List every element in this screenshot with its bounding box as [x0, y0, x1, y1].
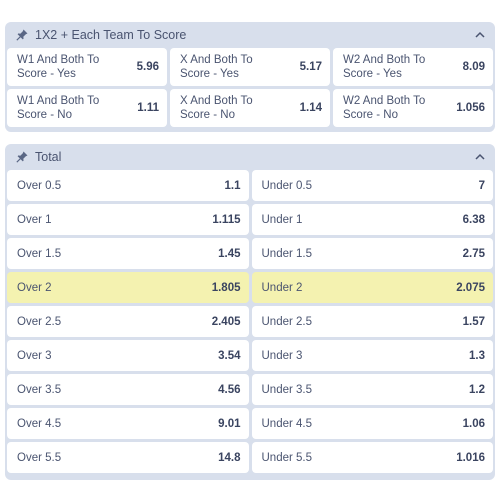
outcome-label: Over 2.5: [17, 315, 62, 328]
odds-value: 2.75: [462, 247, 485, 260]
odds-value: 1.115: [212, 213, 241, 226]
odds-value: 5.96: [136, 61, 159, 73]
outcome-label: Under 1: [261, 213, 303, 226]
outcome-label: W1 And Both To Score - Yes: [17, 54, 100, 80]
odds-value: 6.38: [462, 213, 485, 226]
odds-value: 9.01: [218, 417, 241, 430]
market-header[interactable]: Total: [5, 144, 495, 170]
under-odds-button[interactable]: Under 4.5 1.06: [251, 408, 493, 439]
odds-value: 8.09: [462, 61, 485, 73]
market-total: Total Over 0.5 1.1 Under 0.5 7 Over 1 1.115 Un…: [5, 144, 495, 480]
outcome-label: W2 And Both To Score - No: [343, 95, 426, 121]
outcome-label: Over 4.5: [17, 417, 62, 430]
under-odds-button[interactable]: Under 5.5 1.016: [251, 442, 493, 473]
outcome-label: X And Both To Score - No: [180, 95, 253, 121]
market-header[interactable]: 1X2 + Each Team To Score: [5, 22, 495, 48]
outcome-label: Under 4.5: [261, 417, 313, 430]
over-odds-button[interactable]: Over 1.5 1.45: [7, 238, 249, 269]
odds-value: 2.405: [211, 315, 241, 328]
outcome-label: Under 3.5: [261, 383, 313, 396]
over-odds-button[interactable]: Over 2.5 2.405: [7, 306, 249, 337]
odds-value: 1.2: [469, 383, 485, 396]
over-odds-button[interactable]: Over 5.5 14.8: [7, 442, 249, 473]
over-odds-button[interactable]: Over 2 1.805: [7, 272, 249, 303]
outcome-label: Under 1.5: [261, 247, 313, 260]
odds-value: 1.1: [224, 179, 241, 192]
under-odds-button[interactable]: Under 1.5 2.75: [251, 238, 493, 269]
odds-value: 5.17: [299, 61, 322, 73]
outcome-label: Over 0.5: [17, 179, 62, 192]
odds-value: 3.54: [218, 349, 241, 362]
outcome-label: Under 0.5: [261, 179, 313, 192]
outcome-label: Under 3: [261, 349, 303, 362]
outcome-label: Over 2: [17, 281, 52, 294]
under-odds-button[interactable]: Under 3.5 1.2: [251, 374, 493, 405]
odds-button[interactable]: X And Both To Score - No 1.14: [170, 89, 330, 127]
outcome-label: Over 1.5: [17, 247, 62, 260]
outcome-label: Over 1: [17, 213, 52, 226]
odds-button[interactable]: W2 And Both To Score - Yes 8.09: [333, 48, 493, 86]
pin-icon[interactable]: [15, 28, 29, 42]
market-title: 1X2 + Each Team To Score: [35, 28, 187, 42]
outcome-label: Over 5.5: [17, 451, 62, 464]
odds-value: 1.06: [462, 417, 485, 430]
over-odds-button[interactable]: Over 4.5 9.01: [7, 408, 249, 439]
odds-value: 1.3: [469, 349, 485, 362]
odds-value: 1.016: [456, 451, 485, 464]
odds-value: 14.8: [218, 451, 241, 464]
chevron-up-icon[interactable]: [473, 150, 487, 164]
odds-value: 1.45: [218, 247, 241, 260]
over-odds-button[interactable]: Over 3 3.54: [7, 340, 249, 371]
outcome-label: Under 2.5: [261, 315, 313, 328]
outcome-label: W1 And Both To Score - No: [17, 95, 100, 121]
chevron-up-icon[interactable]: [473, 28, 487, 42]
odds-value: 1.056: [456, 102, 485, 114]
pin-icon[interactable]: [15, 150, 29, 164]
odds-button[interactable]: W1 And Both To Score - Yes 5.96: [7, 48, 167, 86]
outcome-label: Over 3.5: [17, 383, 62, 396]
under-odds-button[interactable]: Under 0.5 7: [251, 170, 493, 201]
over-odds-button[interactable]: Over 3.5 4.56: [7, 374, 249, 405]
odds-value: 1.11: [137, 102, 159, 114]
outcome-label: Under 2: [261, 281, 303, 294]
odds-value: 1.57: [462, 315, 485, 328]
odds-button[interactable]: W2 And Both To Score - No 1.056: [333, 89, 493, 127]
under-odds-button[interactable]: Under 2 2.075: [251, 272, 493, 303]
market-title: Total: [35, 150, 62, 164]
under-odds-button[interactable]: Under 1 6.38: [251, 204, 493, 235]
odds-button[interactable]: X And Both To Score - Yes 5.17: [170, 48, 330, 86]
market-1x2-each-team-to-score: 1X2 + Each Team To Score W1 And Both To …: [5, 22, 495, 132]
outcomes-grid: Over 0.5 1.1 Under 0.5 7 Over 1 1.115 Under 1 6…: [5, 170, 495, 475]
under-odds-button[interactable]: Under 3 1.3: [251, 340, 493, 371]
outcome-label: X And Both To Score - Yes: [180, 54, 253, 80]
odds-value: 1.805: [211, 281, 241, 294]
odds-value: 2.075: [456, 281, 485, 294]
over-odds-button[interactable]: Over 0.5 1.1: [7, 170, 249, 201]
under-odds-button[interactable]: Under 2.5 1.57: [251, 306, 493, 337]
over-odds-button[interactable]: Over 1 1.115: [7, 204, 249, 235]
odds-value: 4.56: [218, 383, 241, 396]
outcome-label: Over 3: [17, 349, 52, 362]
outcome-label: W2 And Both To Score - Yes: [343, 54, 426, 80]
outcome-label: Under 5.5: [261, 451, 313, 464]
odds-button[interactable]: W1 And Both To Score - No 1.11: [7, 89, 167, 127]
odds-value: 1.14: [299, 102, 322, 114]
odds-value: 7: [478, 179, 485, 192]
outcomes-grid: W1 And Both To Score - Yes 5.96 X And Both…: [5, 48, 495, 129]
